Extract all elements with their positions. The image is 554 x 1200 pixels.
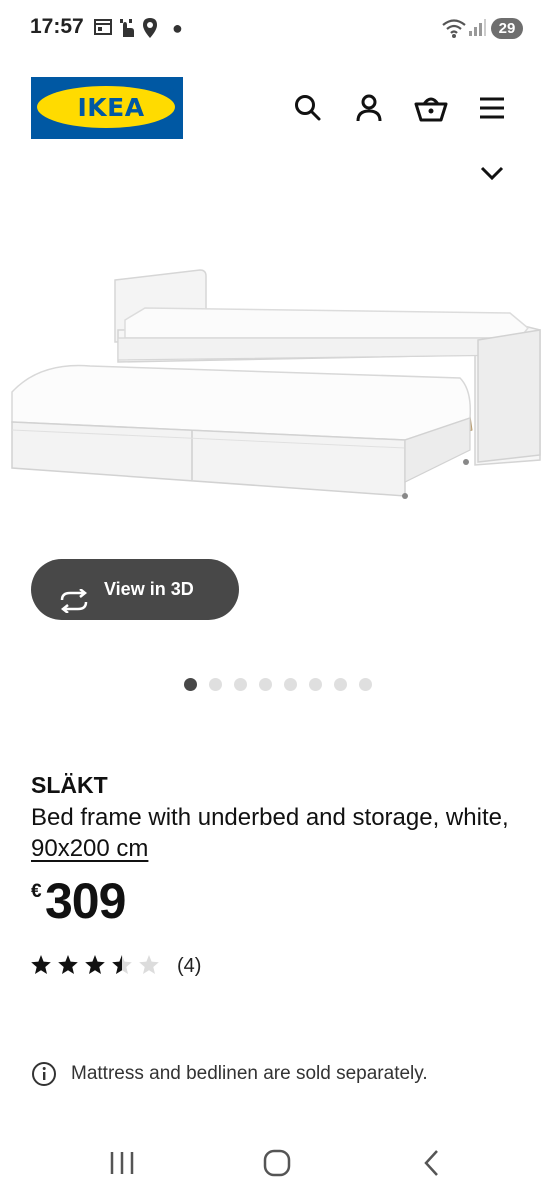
product-size-link[interactable]: 90x200 cm bbox=[31, 835, 148, 862]
gallery-dot[interactable] bbox=[259, 678, 272, 691]
gallery-dot[interactable] bbox=[284, 678, 297, 691]
search-icon[interactable] bbox=[292, 92, 324, 124]
back-icon[interactable] bbox=[420, 1148, 444, 1183]
product-description-text: Bed frame with underbed and storage, whi… bbox=[31, 804, 509, 831]
product-name: SLÄKT bbox=[31, 772, 108, 798]
star-icon bbox=[85, 955, 105, 974]
gallery-pagination bbox=[184, 678, 372, 692]
status-time: 17:57 bbox=[30, 15, 84, 38]
logo-text: IKEA bbox=[77, 93, 145, 122]
review-count: (4) bbox=[177, 955, 202, 977]
product-description: Bed frame with underbed and storage, whi… bbox=[31, 802, 521, 864]
gallery-dot[interactable] bbox=[309, 678, 322, 691]
dot-icon: ● bbox=[172, 18, 183, 38]
signal-icon bbox=[468, 17, 486, 42]
battery-badge: 29 bbox=[491, 18, 523, 39]
system-nav-bar bbox=[0, 1130, 554, 1200]
site-header: IKEA ® bbox=[0, 56, 554, 166]
rating-stars bbox=[31, 955, 159, 974]
wifi-icon bbox=[441, 17, 467, 44]
chevron-down-icon[interactable] bbox=[476, 162, 508, 184]
empty-star-icon bbox=[139, 955, 159, 974]
gallery-dot[interactable] bbox=[209, 678, 222, 691]
star-icon bbox=[58, 955, 78, 974]
location-icon bbox=[142, 17, 158, 44]
product-rating[interactable]: (4) bbox=[31, 953, 281, 979]
home-icon[interactable] bbox=[262, 1148, 292, 1183]
price-value: 309 bbox=[45, 873, 126, 929]
price-currency: € bbox=[31, 881, 42, 902]
product-image[interactable] bbox=[0, 190, 554, 610]
view-in-3d-button[interactable]: View in 3D bbox=[31, 559, 239, 620]
gallery-dot[interactable] bbox=[334, 678, 347, 691]
info-notice: Mattress and bedlinen are sold separatel… bbox=[31, 1061, 531, 1087]
calendar-icon bbox=[93, 17, 113, 42]
gallery-dot[interactable] bbox=[359, 678, 372, 691]
basket-icon[interactable] bbox=[414, 92, 448, 124]
ikea-logo[interactable]: IKEA ® bbox=[31, 77, 183, 139]
info-icon bbox=[31, 1061, 57, 1092]
view-in-3d-label: View in 3D bbox=[104, 579, 194, 599]
profile-icon[interactable] bbox=[353, 92, 385, 124]
logo-oval: IKEA bbox=[37, 86, 175, 128]
rotate-3d-icon bbox=[58, 577, 90, 638]
recent-apps-icon[interactable] bbox=[108, 1148, 136, 1183]
notice-text: Mattress and bedlinen are sold separatel… bbox=[71, 1063, 428, 1084]
gallery-dot[interactable] bbox=[184, 678, 197, 691]
menu-icon[interactable] bbox=[476, 92, 508, 124]
gallery-dot[interactable] bbox=[234, 678, 247, 691]
tap-icon bbox=[117, 17, 137, 44]
half-star-icon bbox=[112, 955, 132, 974]
star-icon bbox=[31, 955, 51, 974]
status-bar: 17:57 ● 29 bbox=[0, 0, 554, 56]
logo-registered-mark: ® bbox=[169, 88, 175, 95]
